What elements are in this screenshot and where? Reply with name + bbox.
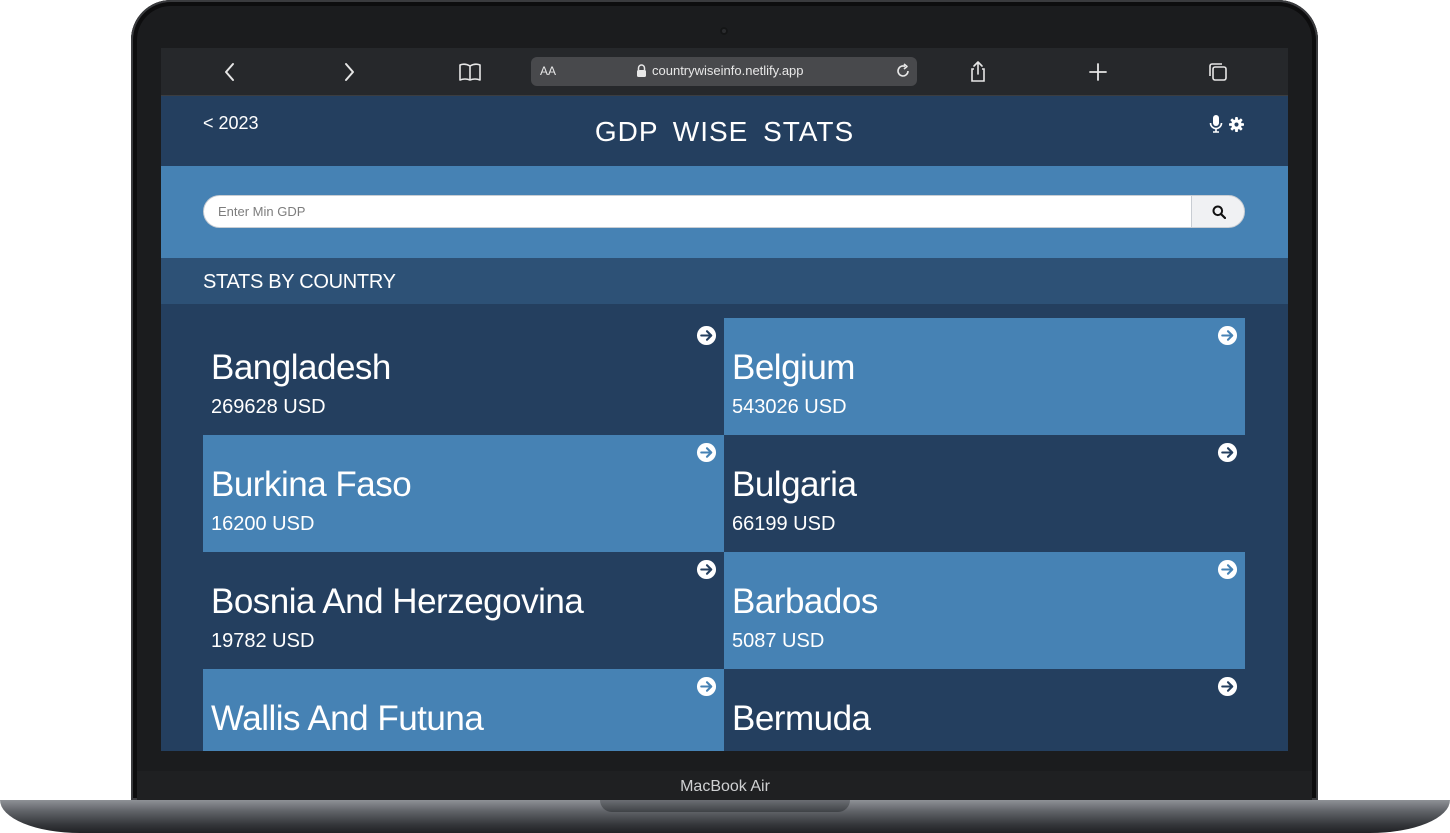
- country-gdp: 66199 USD: [732, 513, 836, 535]
- address-bar[interactable]: AA countrywiseinfo.netlify.app: [531, 57, 917, 86]
- arrow-right-circle-icon[interactable]: [1217, 559, 1238, 580]
- camera: [720, 27, 728, 35]
- country-card[interactable]: Burkina Faso 16200 USD: [203, 435, 724, 552]
- search-band: [161, 166, 1288, 258]
- country-name: Bosnia And Herzegovina: [211, 582, 584, 621]
- arrow-right-circle-icon[interactable]: [696, 325, 717, 346]
- country-gdp: 269628 USD: [211, 396, 326, 418]
- page-title: GDP WISE STATS: [594, 116, 855, 147]
- arrow-right-circle-icon[interactable]: [696, 442, 717, 463]
- browser-toolbar: AA countrywiseinfo.netlify.app: [161, 48, 1288, 96]
- country-gdp: 5087 USD: [732, 630, 825, 652]
- country-card[interactable]: Belgium 543026 USD: [724, 318, 1245, 435]
- country-card[interactable]: Bangladesh 269628 USD: [203, 318, 724, 435]
- country-grid: Bangladesh 269628 USD Belgium 543026 USD…: [203, 318, 1245, 751]
- country-name: Burkina Faso: [211, 465, 412, 504]
- country-name: Belgium: [732, 348, 855, 387]
- country-name: Barbados: [732, 582, 878, 621]
- share-icon[interactable]: [966, 60, 990, 84]
- search-button[interactable]: [1191, 195, 1245, 228]
- country-card[interactable]: Bosnia And Herzegovina 19782 USD: [203, 552, 724, 669]
- screen: AA countrywiseinfo.netlify.app < 2023 GD…: [161, 48, 1288, 751]
- country-card[interactable]: Barbados 5087 USD: [724, 552, 1245, 669]
- country-gdp: 543026 USD: [732, 396, 847, 418]
- new-tab-plus-icon[interactable]: [1086, 60, 1110, 84]
- device-label: MacBook Air: [680, 778, 770, 795]
- arrow-right-circle-icon[interactable]: [1217, 676, 1238, 697]
- url-text: countrywiseinfo.netlify.app: [652, 63, 804, 78]
- search-icon: [1212, 205, 1226, 219]
- country-gdp: 16200 USD: [211, 513, 315, 535]
- section-header: STATS BY COUNTRY: [161, 258, 1288, 304]
- country-name: Bermuda: [732, 699, 871, 738]
- arrow-right-circle-icon[interactable]: [1217, 325, 1238, 346]
- gear-icon[interactable]: [1229, 117, 1244, 132]
- forward-chevron-icon[interactable]: [337, 60, 361, 84]
- arrow-right-circle-icon[interactable]: [696, 676, 717, 697]
- arrow-right-circle-icon[interactable]: [1217, 442, 1238, 463]
- min-gdp-input[interactable]: [203, 195, 1191, 228]
- microphone-icon[interactable]: [1209, 115, 1223, 133]
- section-title: STATS BY COUNTRY: [203, 271, 396, 293]
- country-name: Wallis And Futuna: [211, 699, 484, 738]
- reader-aa-button[interactable]: AA: [540, 64, 556, 78]
- country-gdp: 19782 USD: [211, 630, 315, 652]
- country-name: Bangladesh: [211, 348, 391, 387]
- laptop-notch: [600, 800, 850, 812]
- lock-icon: [637, 64, 646, 77]
- country-card[interactable]: Wallis And Futuna: [203, 669, 724, 751]
- arrow-right-circle-icon[interactable]: [696, 559, 717, 580]
- tabs-overview-icon[interactable]: [1206, 60, 1230, 84]
- bookmarks-book-icon[interactable]: [458, 60, 482, 84]
- back-chevron-icon[interactable]: [218, 60, 242, 84]
- country-card[interactable]: Bermuda: [724, 669, 1245, 751]
- country-name: Bulgaria: [732, 465, 857, 504]
- app-header: < 2023 GDP WISE STATS: [161, 96, 1288, 166]
- country-card[interactable]: Bulgaria 66199 USD: [724, 435, 1245, 552]
- reload-icon[interactable]: [894, 62, 912, 80]
